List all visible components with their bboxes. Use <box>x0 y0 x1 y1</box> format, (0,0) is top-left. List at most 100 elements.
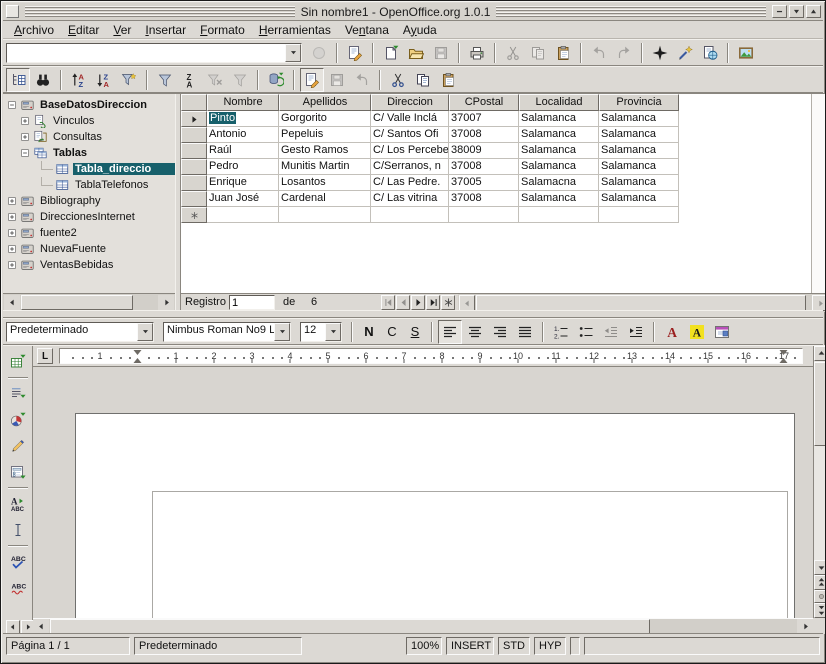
empty-cell[interactable] <box>371 207 449 223</box>
tab-stop-selector[interactable]: L <box>37 348 53 364</box>
status-page-style[interactable]: Predeterminado <box>134 637 302 655</box>
left-indent-marker[interactable] <box>134 350 143 363</box>
cell[interactable]: Salamanca <box>599 111 679 127</box>
column-header-nombre[interactable]: Nombre <box>207 94 279 111</box>
undo-data-button[interactable] <box>350 68 374 92</box>
tree-item-consultas[interactable]: Consultas <box>3 129 175 145</box>
maximize-button[interactable] <box>806 5 821 18</box>
status-zoom[interactable]: 100% <box>406 637 442 655</box>
column-header-localidad[interactable]: Localidad <box>519 94 599 111</box>
cut-button[interactable] <box>501 41 525 65</box>
print-button[interactable] <box>465 41 489 65</box>
view-splitter[interactable] <box>3 310 823 318</box>
menu-ayuda[interactable]: Ayuda <box>396 22 444 38</box>
align-right-button[interactable] <box>488 320 512 344</box>
cell[interactable]: C/ Valle Inclá <box>371 111 449 127</box>
collapse-icon[interactable] <box>6 99 18 111</box>
horizontal-scroll-thumb[interactable] <box>50 619 650 634</box>
column-header-apellidos[interactable]: Apellidos <box>279 94 371 111</box>
tree-item-fuente2[interactable]: fuente2 <box>3 225 175 241</box>
status-page[interactable]: Página 1 / 1 <box>6 637 130 655</box>
cell[interactable]: Losantos <box>279 175 371 191</box>
cell[interactable]: 37008 <box>449 159 519 175</box>
w-spell-button[interactable]: ABC <box>5 550 31 574</box>
w-fields-button[interactable] <box>5 382 31 406</box>
paste-data-button[interactable] <box>436 68 460 92</box>
status-selection-mode[interactable]: STD <box>498 637 530 655</box>
sort-za-button[interactable]: ZA <box>178 68 202 92</box>
rec-prev-button[interactable] <box>396 295 410 310</box>
grid-scroll-left-button[interactable] <box>459 295 475 311</box>
lower-button[interactable] <box>789 5 804 18</box>
text-frame[interactable] <box>152 491 788 618</box>
align-center-button[interactable] <box>463 320 487 344</box>
bullet-list-button[interactable] <box>574 320 598 344</box>
vertical-scrollbar[interactable] <box>813 346 826 618</box>
font-size-combobox[interactable]: 12 <box>300 322 342 342</box>
collapse-icon[interactable] <box>19 147 31 159</box>
w-object-button[interactable] <box>5 408 31 432</box>
expand-icon[interactable] <box>6 243 18 255</box>
expand-icon[interactable] <box>6 227 18 239</box>
next-page-button[interactable] <box>814 603 826 618</box>
open-folder-button[interactable] <box>404 41 428 65</box>
grid-corner-cell[interactable] <box>181 94 207 111</box>
rec-last-button[interactable] <box>426 295 440 310</box>
row-header[interactable] <box>181 127 207 143</box>
cut-data-button[interactable] <box>386 68 410 92</box>
find-record-button[interactable] <box>31 68 55 92</box>
outdent-button[interactable] <box>599 320 623 344</box>
sort-desc-button[interactable]: ZA <box>92 68 116 92</box>
cell[interactable]: C/ Las vitrina <box>371 191 449 207</box>
cell[interactable]: Salamanca <box>519 159 599 175</box>
tree-item-vinculos[interactable]: Vinculos <box>3 113 175 129</box>
highlight-button[interactable]: A <box>685 320 709 344</box>
title-bar[interactable]: Sin nombre1 - OpenOffice.org 1.0.1 <box>3 3 823 21</box>
paragraph-style-combobox[interactable]: Predeterminado <box>6 322 154 342</box>
cell[interactable]: Pepeluis <box>279 127 371 143</box>
cell[interactable]: Munitis Martin <box>279 159 371 175</box>
cell[interactable]: 37008 <box>449 191 519 207</box>
cell[interactable]: Gesto Ramos <box>279 143 371 159</box>
explorer-horizontal-scrollbar[interactable] <box>3 293 175 310</box>
column-header-provincia[interactable]: Provincia <box>599 94 679 111</box>
bold-button[interactable]: N <box>358 321 380 343</box>
scroll-left-button[interactable] <box>33 619 49 634</box>
tree-item-basedatosdireccion[interactable]: BaseDatosDireccion <box>3 97 175 113</box>
explorer-scroll-left-button[interactable] <box>4 295 20 310</box>
rec-first-button[interactable] <box>381 295 395 310</box>
menu-formato[interactable]: Formato <box>193 22 252 38</box>
cell[interactable]: Salamanca <box>519 143 599 159</box>
scroll-right-button[interactable] <box>797 619 813 634</box>
tree-item-direccionesinternet[interactable]: DireccionesInternet <box>3 209 175 225</box>
redo-button[interactable] <box>612 41 636 65</box>
url-dropdown-button[interactable] <box>285 44 301 62</box>
w-draw-button[interactable] <box>5 434 31 458</box>
w-cursor-button[interactable] <box>5 518 31 542</box>
w-autospell-button[interactable]: ABC <box>5 576 31 600</box>
expand-icon[interactable] <box>6 259 18 271</box>
empty-cell[interactable] <box>519 207 599 223</box>
vertical-scroll-thumb[interactable] <box>814 362 826 446</box>
column-header-cpostal[interactable]: CPostal <box>449 94 519 111</box>
hyperlink-doc-button[interactable] <box>698 41 722 65</box>
cell[interactable]: Salamanca <box>599 191 679 207</box>
cell[interactable]: C/ Santos Ofi <box>371 127 449 143</box>
column-header-direccion[interactable]: Direccion <box>371 94 449 111</box>
document-page[interactable] <box>75 413 795 618</box>
tree-item-tabla_direccio[interactable]: Tabla_direccio <box>3 161 175 177</box>
w-autotext-button[interactable]: AABC <box>5 492 31 516</box>
load-url-combobox[interactable] <box>6 43 302 63</box>
cell[interactable]: Salamanca <box>599 143 679 159</box>
cell[interactable]: Salamanca <box>599 127 679 143</box>
toolbar-scroll-left-button[interactable] <box>6 620 20 634</box>
rec-new-button[interactable] <box>441 295 455 310</box>
scroll-up-button[interactable] <box>814 346 826 361</box>
load-url-input[interactable] <box>7 44 285 62</box>
align-justify-button[interactable] <box>513 320 537 344</box>
cell[interactable]: 37005 <box>449 175 519 191</box>
explorer-scroll-right-button[interactable] <box>158 295 174 310</box>
menu-ver[interactable]: Ver <box>106 22 138 38</box>
menu-insertar[interactable]: Insertar <box>138 22 193 38</box>
new-record-header[interactable] <box>181 207 207 223</box>
